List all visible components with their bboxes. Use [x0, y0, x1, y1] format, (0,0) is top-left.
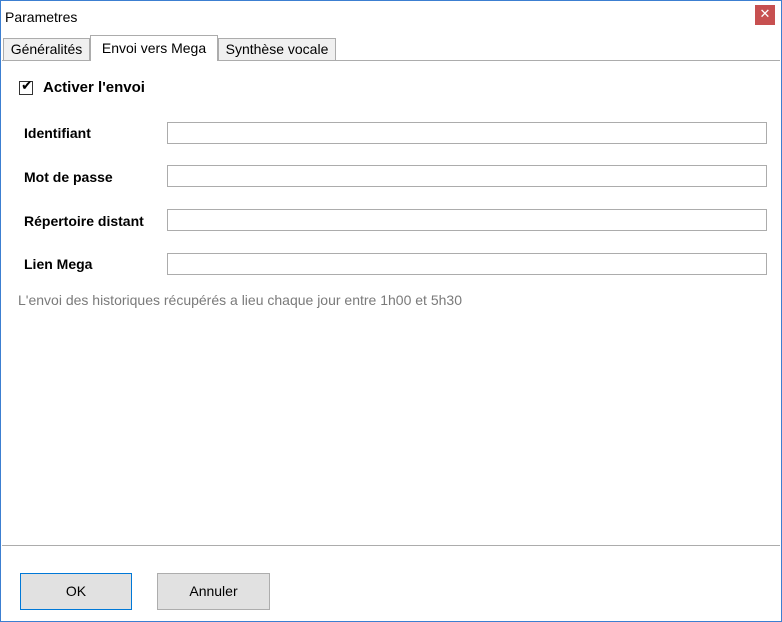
tab-envoi-vers-mega[interactable]: Envoi vers Mega — [90, 35, 218, 61]
repertoire-distant-field[interactable] — [167, 209, 767, 231]
close-button[interactable]: ✕ — [755, 5, 775, 25]
tab-panel-envoi-vers-mega: ✔ Activer l'envoi Identifiant Mot de pas… — [2, 60, 780, 546]
mot-de-passe-field[interactable] — [167, 165, 767, 187]
cancel-button[interactable]: Annuler — [157, 573, 270, 610]
identifiant-label: Identifiant — [24, 125, 91, 141]
settings-dialog: Parametres ✕ Généralités Envoi vers Mega… — [0, 0, 782, 622]
tab-synthese-vocale[interactable]: Synthèse vocale — [218, 38, 336, 60]
mot-de-passe-label: Mot de passe — [24, 169, 113, 185]
identifiant-field[interactable] — [167, 122, 767, 144]
ok-button[interactable]: OK — [20, 573, 132, 610]
enable-sending-label[interactable]: Activer l'envoi — [43, 79, 145, 96]
lien-mega-label: Lien Mega — [24, 256, 93, 272]
enable-sending-checkbox[interactable]: ✔ — [19, 78, 33, 95]
lien-mega-field[interactable] — [167, 253, 767, 275]
title-bar: Parametres ✕ — [1, 1, 781, 33]
repertoire-distant-label: Répertoire distant — [24, 213, 144, 229]
close-icon: ✕ — [759, 7, 771, 22]
checkmark-icon: ✔ — [21, 78, 33, 94]
tab-generalites[interactable]: Généralités — [3, 38, 90, 60]
window-title: Parametres — [5, 9, 78, 25]
schedule-note: L'envoi des historiques récupérés a lieu… — [18, 292, 462, 308]
